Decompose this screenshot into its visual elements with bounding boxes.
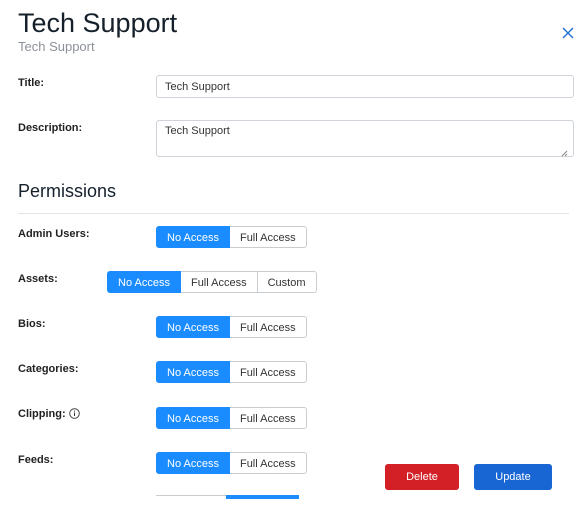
permission-label-clipping: Clipping: [18, 408, 66, 420]
option-no-access[interactable]: No Access [156, 361, 230, 383]
option-no-access[interactable]: No Access [156, 316, 230, 338]
option-full-access[interactable]: Full Access [229, 452, 307, 474]
partial-active-option[interactable] [226, 495, 299, 499]
option-full-access[interactable]: Full Access [229, 316, 307, 338]
page-title: Tech Support [18, 8, 178, 38]
option-full-access[interactable]: Full Access [180, 271, 258, 293]
page-subtitle: Tech Support [18, 39, 95, 54]
permission-label-bios: Bios: [18, 318, 46, 330]
option-no-access[interactable]: No Access [156, 452, 230, 474]
delete-role-button[interactable]: Delete Role [385, 464, 459, 509]
title-input[interactable] [156, 75, 574, 98]
permission-label-assets: Assets: [18, 273, 58, 285]
permission-label-admin-users: Admin Users: [18, 228, 90, 240]
permissions-heading: Permissions [18, 181, 117, 201]
title-label: Title: [18, 77, 45, 89]
option-no-access[interactable]: No Access [107, 271, 181, 293]
permission-label-categories: Categories: [18, 363, 79, 375]
option-no-access[interactable]: No Access [156, 226, 230, 248]
resize-grip-icon[interactable] [560, 149, 568, 157]
close-icon[interactable] [561, 26, 575, 40]
permission-toggle-admin-users: No Access Full Access [156, 226, 307, 248]
option-full-access[interactable]: Full Access [229, 226, 307, 248]
permission-toggle-feeds: No Access Full Access [156, 452, 307, 474]
permission-toggle-clipping: No Access Full Access [156, 407, 307, 429]
permission-label-feeds: Feeds: [18, 454, 54, 466]
permissions-divider [18, 213, 569, 214]
description-label: Description: [18, 122, 83, 134]
info-icon[interactable] [68, 408, 80, 419]
permission-label-clipping-wrap: Clipping: [18, 408, 80, 420]
description-textarea[interactable]: Tech Support [156, 120, 574, 157]
permission-toggle-categories: No Access Full Access [156, 361, 307, 383]
option-custom[interactable]: Custom [257, 271, 317, 293]
permission-toggle-bios: No Access Full Access [156, 316, 307, 338]
permission-toggle-assets: No Access Full Access Custom [107, 271, 317, 293]
option-full-access[interactable]: Full Access [229, 407, 307, 429]
option-no-access[interactable]: No Access [156, 407, 230, 429]
option-full-access[interactable]: Full Access [229, 361, 307, 383]
update-role-button[interactable]: Update Role [474, 464, 552, 509]
